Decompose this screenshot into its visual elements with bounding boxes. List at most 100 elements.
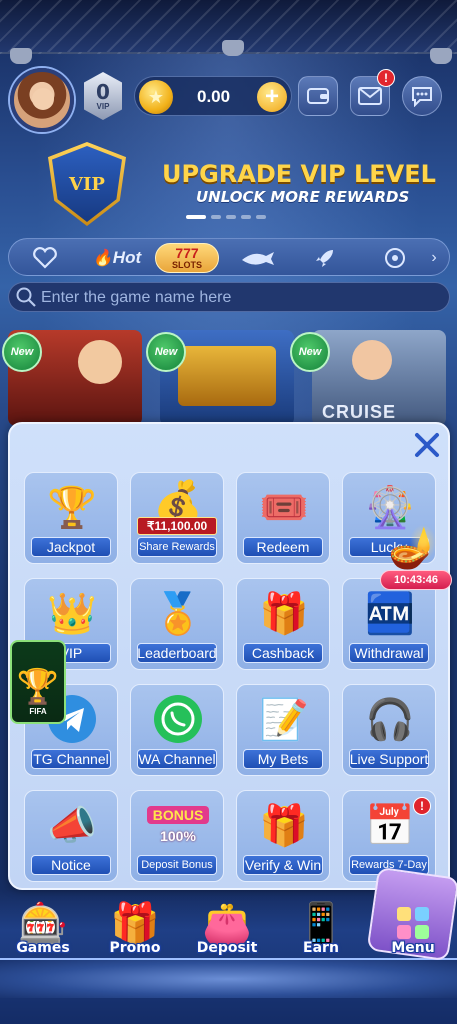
tab-crash[interactable] — [305, 243, 345, 273]
carousel-dot[interactable] — [241, 215, 251, 219]
carousel-dots — [186, 215, 276, 221]
banner-subtitle: UNLOCK MORE REWARDS — [196, 188, 410, 206]
fifa-label: FIFA — [29, 707, 47, 716]
tab-slots[interactable]: 777 SLOTS — [155, 243, 219, 273]
magic-lamp-icon[interactable]: 🪔 — [388, 524, 438, 571]
vip-shield-text: VIP — [69, 173, 105, 195]
search-placeholder: Enter the game name here — [41, 289, 232, 306]
nav-label: Earn — [303, 940, 339, 956]
support-agent-icon: 🎧 — [365, 697, 415, 742]
vip-level-badge[interactable]: 0 VIP — [84, 72, 122, 120]
vip-shield-icon: VIP — [52, 146, 122, 222]
atm-icon: 🏧 — [365, 591, 415, 636]
balance-display: ★ 0.00 + — [134, 76, 292, 116]
tab-fishing[interactable] — [235, 243, 281, 273]
menu-tile-deposit-bonus[interactable]: BONUS 100% Deposit Bonus — [130, 790, 224, 882]
add-funds-button[interactable]: + — [257, 82, 287, 112]
menu-tile-label: TG Channel — [31, 749, 111, 769]
world-cup-icon: 🏆 — [16, 668, 60, 706]
wallet-icon — [307, 88, 329, 104]
coin-icon: ★ — [139, 80, 173, 114]
menu-tile-jackpot[interactable]: 🏆 Jackpot — [24, 472, 118, 564]
nav-label: Deposit — [196, 940, 258, 956]
tab-slots-label: SLOTS — [171, 260, 202, 270]
tab-favorites[interactable] — [25, 243, 65, 273]
nav-promo[interactable]: 🎁 Promo — [92, 896, 178, 966]
mail-icon — [358, 87, 382, 105]
new-badge: New — [290, 332, 330, 372]
avatar-face — [32, 88, 54, 110]
avatar[interactable] — [10, 68, 74, 132]
menu-tile-share-rewards[interactable]: 💰 ₹11,100.00 Share Rewards — [130, 472, 224, 564]
crown-icon: 👑 — [47, 591, 97, 636]
category-bar: 🔥 Hot 777 SLOTS › — [8, 238, 450, 276]
bonus-icon: BONUS 100% — [141, 797, 215, 853]
gift-ticket-icon: 🎟️ — [259, 485, 309, 530]
menu-tile-label: My Bets — [243, 749, 323, 769]
tab-hot[interactable]: 🔥 Hot — [89, 243, 145, 273]
tab-hot-label: Hot — [112, 248, 142, 267]
fifa-event-button[interactable]: 🏆 FIFA — [10, 640, 66, 724]
menu-tile-live-support[interactable]: 🎧 Live Support — [342, 684, 436, 776]
chevron-right-icon[interactable]: › — [425, 243, 443, 273]
vip-level-label: VIP — [96, 101, 110, 111]
menu-tile-label: Redeem — [243, 537, 323, 557]
nav-menu[interactable]: Menu — [370, 896, 456, 966]
nav-games[interactable]: 🎰 Games — [0, 896, 86, 966]
spotlight-icon — [430, 48, 452, 64]
game-character-image — [352, 340, 392, 380]
chat-button[interactable] — [402, 76, 442, 116]
bonus-percent: 100% — [160, 828, 196, 844]
game-thumbnail[interactable]: CRUISE — [312, 330, 446, 426]
menu-tile-label: Leaderboard — [137, 643, 217, 663]
notepad-icon: 📝 — [259, 697, 309, 742]
chat-icon — [412, 87, 432, 107]
menu-tile-label: Jackpot — [31, 537, 111, 557]
menu-tile-leaderboard[interactable]: 🏅 Leaderboard — [130, 578, 224, 670]
notification-badge: ! — [377, 69, 395, 87]
menu-tile-label: Cashback — [243, 643, 323, 663]
close-button[interactable] — [410, 428, 444, 462]
menu-tile-label: Verify & Win — [243, 855, 323, 875]
nav-earn[interactable]: 📱 Earn — [278, 896, 364, 966]
menu-tile-wa-channel[interactable]: WA Channel — [130, 684, 224, 776]
slots-icon: 777 — [175, 245, 199, 261]
spotlight-icon — [222, 40, 244, 56]
whatsapp-icon — [141, 691, 215, 747]
menu-tile-withdrawal[interactable]: 🏧 Withdrawal — [342, 578, 436, 670]
nav-label: Menu — [391, 940, 435, 956]
bonus-text: BONUS — [146, 806, 210, 824]
carousel-dot[interactable] — [226, 215, 236, 219]
wallet-button[interactable] — [298, 76, 338, 116]
mail-button[interactable]: ! — [350, 69, 395, 116]
menu-tile-my-bets[interactable]: 📝 My Bets — [236, 684, 330, 776]
menu-tile-cashback[interactable]: 🎁 Cashback — [236, 578, 330, 670]
tab-casino[interactable] — [375, 243, 415, 273]
nav-label: Games — [16, 940, 70, 956]
nav-deposit[interactable]: 👛 Deposit — [184, 896, 270, 966]
carousel-dot[interactable] — [186, 215, 206, 219]
treasure-chest-image — [178, 346, 276, 406]
menu-tile-notice[interactable]: 📣 Notice — [24, 790, 118, 882]
roulette-icon — [385, 248, 405, 268]
carousel-dot[interactable] — [211, 215, 221, 219]
spotlight-icon — [10, 48, 32, 64]
share-rewards-amount: ₹11,100.00 — [137, 517, 217, 535]
menu-tile-label: Notice — [31, 855, 111, 875]
balance-amount: 0.00 — [197, 87, 231, 106]
menu-panel: 🏆 Jackpot 💰 ₹11,100.00 Share Rewards 🎟️ … — [8, 422, 450, 890]
menu-tile-label: Live Support — [349, 749, 429, 769]
search-icon — [16, 287, 36, 307]
carousel-dot[interactable] — [256, 215, 266, 219]
rewards-alert-badge: ! — [413, 797, 431, 815]
new-badge: New — [2, 332, 42, 372]
shark-icon — [242, 252, 274, 265]
game-title-text: CRUISE — [322, 402, 397, 422]
search-input[interactable]: Enter the game name here — [8, 282, 450, 312]
close-icon — [415, 433, 439, 457]
megaphone-icon: 📣 — [47, 803, 97, 848]
menu-tile-verify-win[interactable]: 🎁 Verify & Win — [236, 790, 330, 882]
trophy-icon: 🏆 — [47, 485, 97, 530]
menu-tile-redeem[interactable]: 🎟️ Redeem — [236, 472, 330, 564]
menu-tile-label: Deposit Bonus — [137, 855, 217, 875]
